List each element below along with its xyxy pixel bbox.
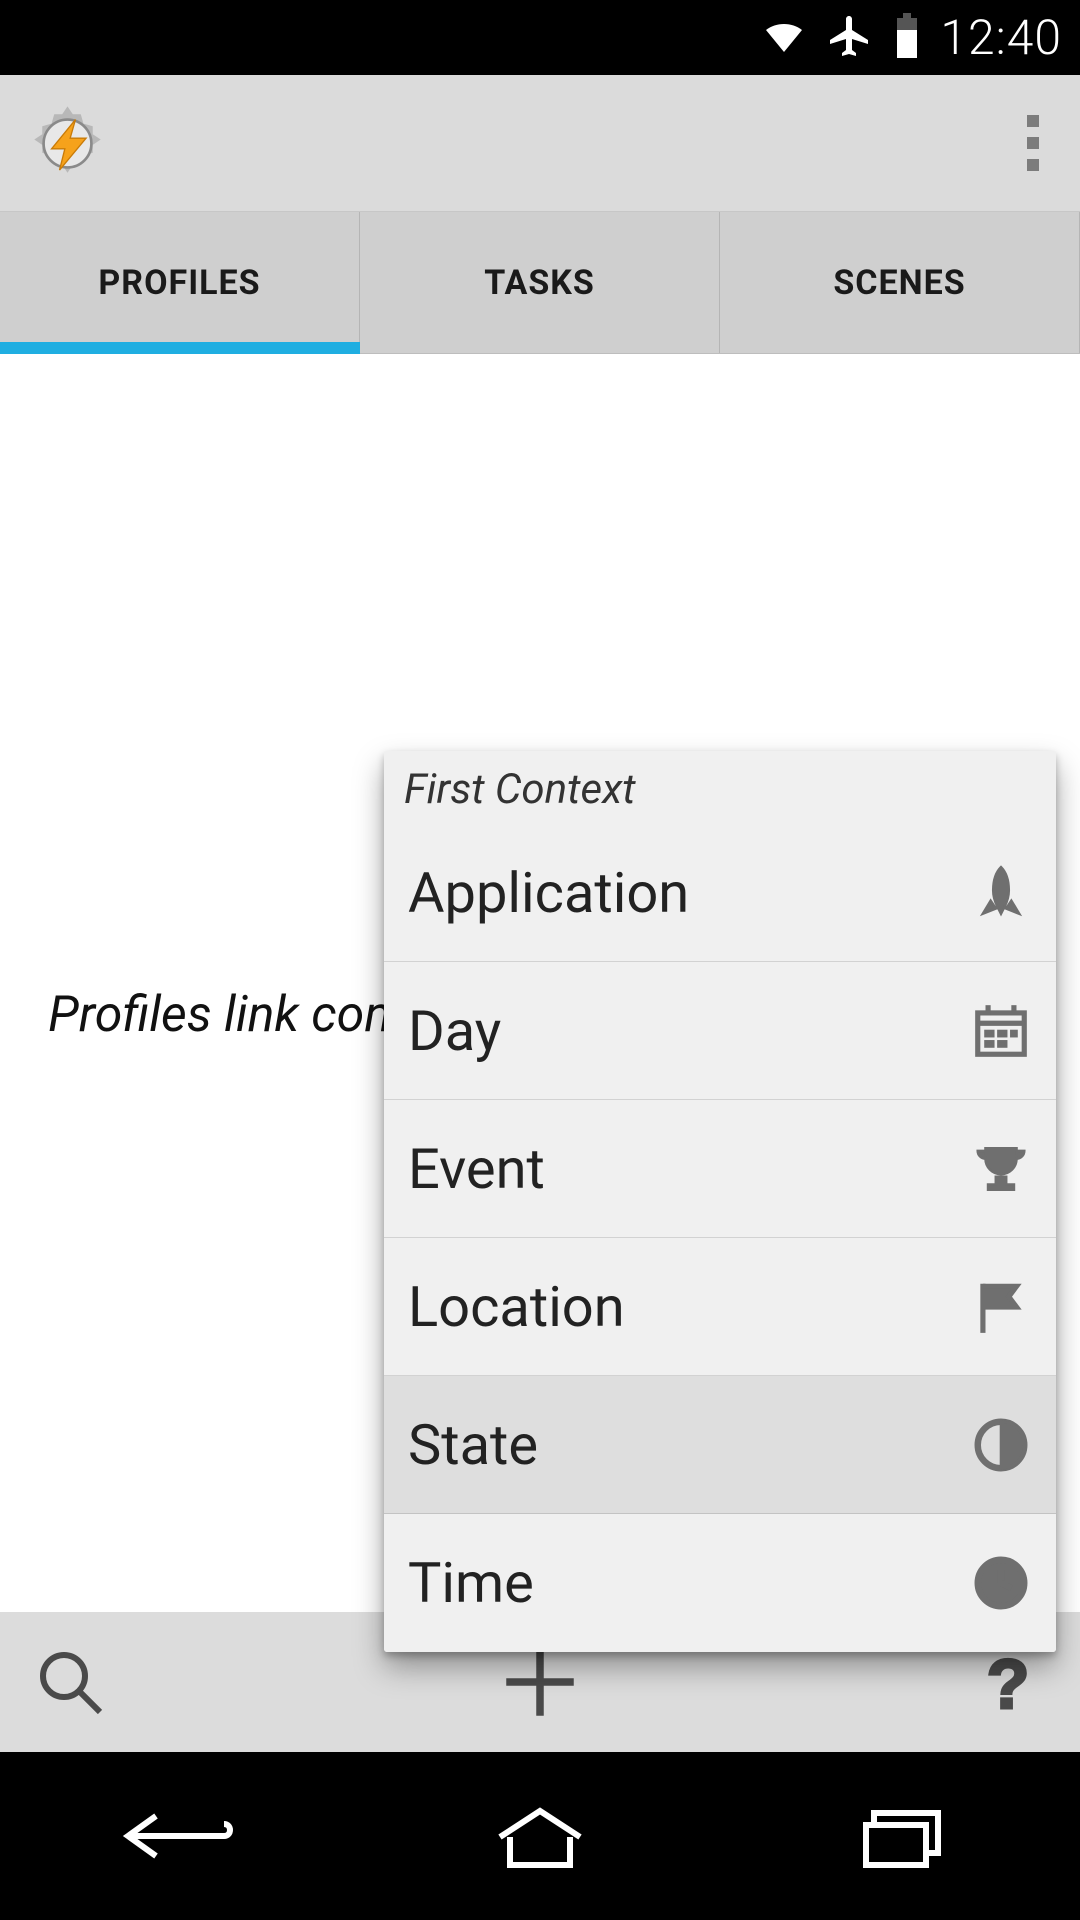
- context-item-label: State: [408, 1412, 538, 1478]
- context-item-label: Time: [408, 1550, 534, 1616]
- status-clock: 12:40: [940, 9, 1062, 66]
- search-button[interactable]: [20, 1632, 120, 1732]
- context-item-label: Day: [408, 998, 501, 1064]
- context-item-event[interactable]: Event: [384, 1100, 1056, 1238]
- nav-back-button[interactable]: [115, 1796, 245, 1876]
- context-item-state[interactable]: State: [384, 1376, 1056, 1514]
- rocket-icon: [970, 862, 1032, 924]
- device-frame: 12:40 PROFILES TASKS SCENES: [0, 0, 1080, 1920]
- tab-tasks[interactable]: TASKS: [360, 212, 720, 353]
- clock-icon: [970, 1552, 1032, 1614]
- tab-bar: PROFILES TASKS SCENES: [0, 212, 1080, 354]
- action-bar: [0, 75, 1080, 212]
- airplane-icon: [826, 12, 874, 64]
- app-logo-icon: [20, 96, 115, 191]
- context-item-location[interactable]: Location: [384, 1238, 1056, 1376]
- context-item-label: Location: [408, 1274, 625, 1340]
- navigation-bar: [0, 1752, 1080, 1920]
- svg-text:?: ?: [987, 1647, 1030, 1717]
- tab-scenes[interactable]: SCENES: [720, 212, 1080, 353]
- context-item-label: Application: [408, 860, 689, 926]
- flag-icon: [970, 1276, 1032, 1338]
- context-menu-title: First Context: [384, 751, 1056, 824]
- trophy-icon: [970, 1138, 1032, 1200]
- context-item-label: Event: [408, 1136, 545, 1202]
- calendar-icon: [970, 1000, 1032, 1062]
- context-item-application[interactable]: Application: [384, 824, 1056, 962]
- wifi-icon: [760, 12, 808, 64]
- context-menu: First Context Application Day Event Loca…: [384, 751, 1056, 1652]
- nav-home-button[interactable]: [475, 1796, 605, 1876]
- battery-icon: [892, 12, 922, 64]
- tab-label: SCENES: [833, 263, 965, 303]
- overflow-menu-button[interactable]: [998, 93, 1068, 193]
- tab-label: TASKS: [484, 263, 595, 303]
- context-item-time[interactable]: Time: [384, 1514, 1056, 1652]
- tab-label: PROFILES: [98, 263, 260, 303]
- contrast-icon: [970, 1414, 1032, 1476]
- status-bar: 12:40: [0, 0, 1080, 75]
- context-item-day[interactable]: Day: [384, 962, 1056, 1100]
- nav-recents-button[interactable]: [835, 1796, 965, 1876]
- tab-profiles[interactable]: PROFILES: [0, 212, 360, 353]
